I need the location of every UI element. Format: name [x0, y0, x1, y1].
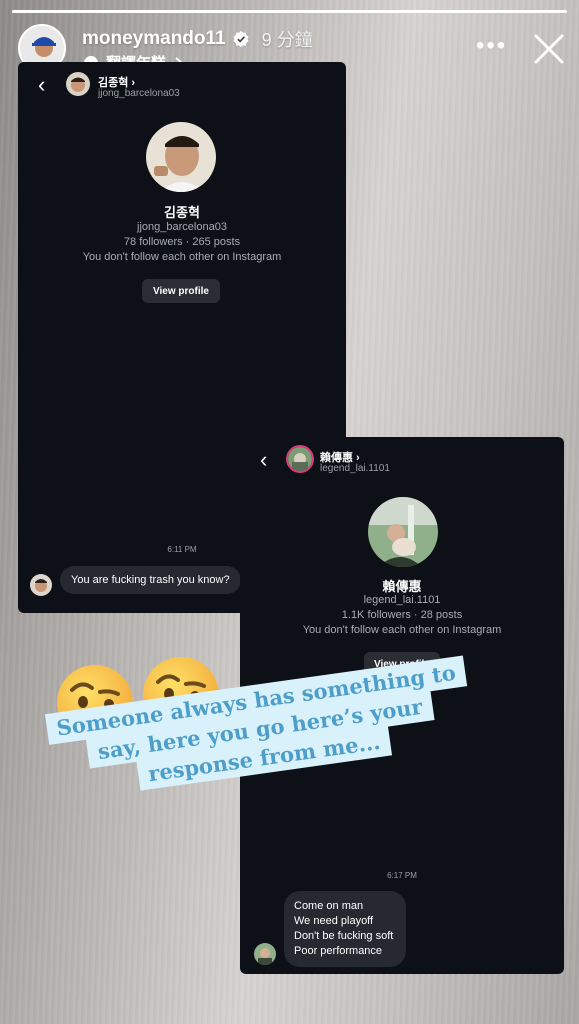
story-progress-bar: [12, 10, 567, 13]
profile-avatar: [368, 497, 438, 567]
profile-name: 賴傳惠: [382, 579, 422, 594]
header-avatar: [286, 445, 314, 473]
follow-note: You don't follow each other on Instagram: [82, 251, 282, 263]
message-avatar: [30, 574, 52, 596]
header-avatar: [66, 72, 90, 96]
story-time: 9 分鐘: [261, 30, 313, 50]
view-profile-button[interactable]: View profile: [142, 279, 220, 303]
verified-icon: [233, 30, 249, 48]
back-icon[interactable]: ‹: [260, 449, 267, 471]
message-line: We need playoff: [294, 915, 374, 927]
message-bubble: Come on man We need playoff Don't be fuc…: [284, 891, 406, 967]
close-icon[interactable]: [532, 32, 566, 66]
message-avatar: [254, 943, 276, 965]
header-username: legend_lai.1101: [320, 463, 390, 474]
more-icon[interactable]: •••: [476, 34, 507, 58]
story-header: moneymando11 9 分鐘: [82, 26, 313, 52]
story-progress-fill: [12, 10, 567, 13]
follow-note: You don't follow each other on Instagram: [302, 624, 502, 636]
profile-stats: 1.1K followers · 28 posts: [341, 609, 463, 621]
profile-name: 김종혁: [164, 205, 200, 220]
message-bubble: You are fucking trash you know?: [60, 566, 241, 594]
message-line: Don't be fucking soft: [294, 930, 394, 942]
profile-username: jjong_barcelona03: [137, 221, 227, 233]
header-username: jjong_barcelona03: [98, 88, 180, 99]
profile-stats: 78 followers · 265 posts: [123, 236, 241, 248]
profile-avatar: [146, 122, 216, 192]
back-icon[interactable]: ‹: [38, 74, 45, 96]
profile-username: legend_lai.1101: [363, 594, 441, 606]
message-timestamp: 6:17 PM: [387, 871, 417, 880]
message-line: Poor performance: [294, 945, 383, 957]
message-line: Come on man: [294, 900, 364, 912]
story-username[interactable]: moneymando11: [82, 28, 226, 50]
